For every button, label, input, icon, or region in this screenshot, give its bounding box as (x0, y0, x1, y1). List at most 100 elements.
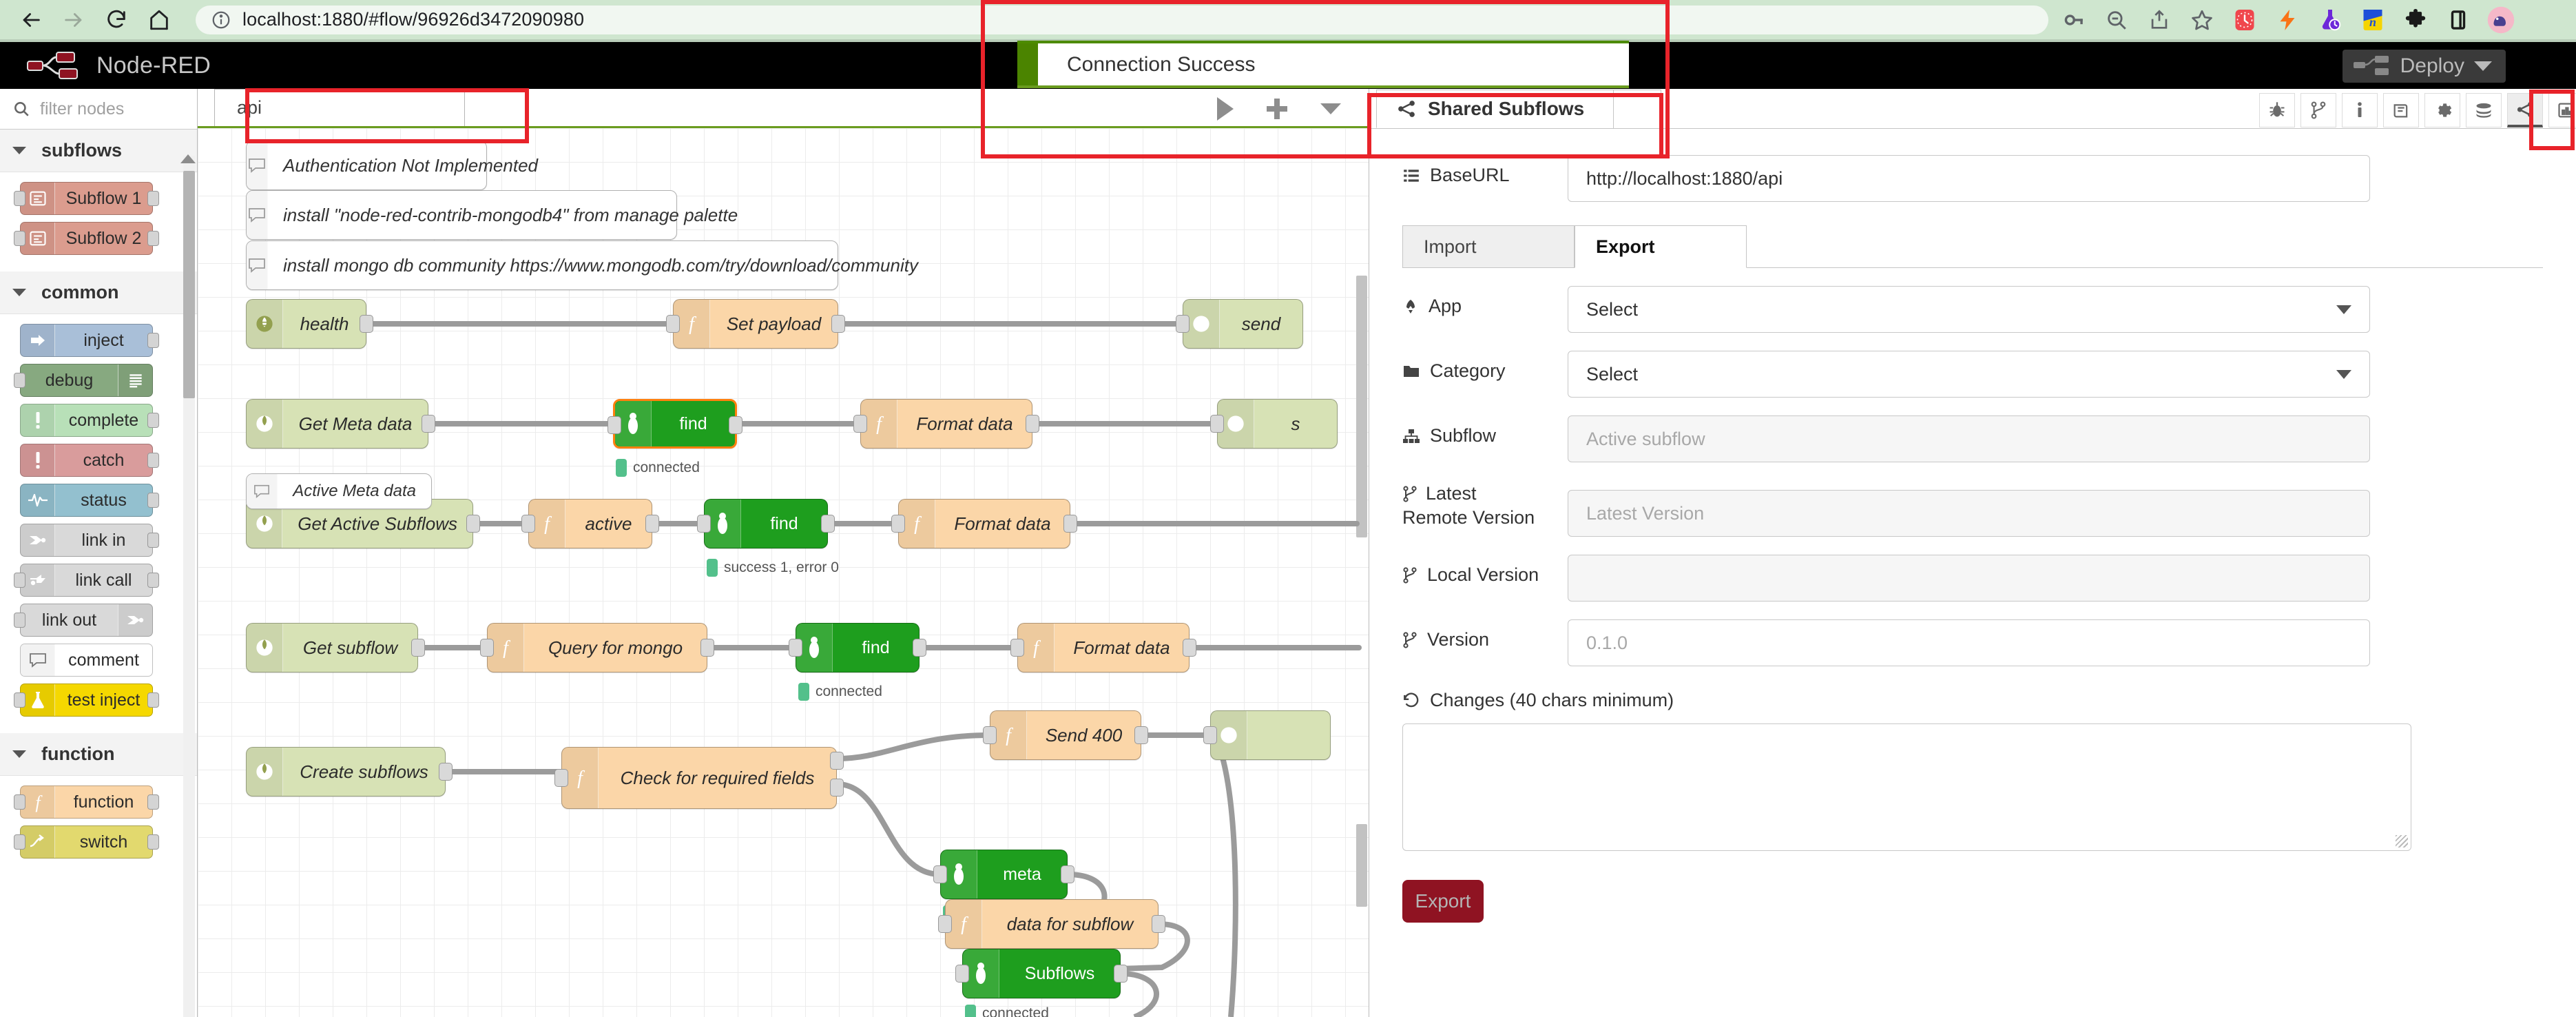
svg-text:f: f (503, 637, 510, 659)
canvas-scrollbar-thumb[interactable] (1356, 276, 1367, 537)
node-create-subflows[interactable]: Create subflows (246, 747, 446, 797)
node-format-data-2[interactable]: f Format data (898, 499, 1070, 548)
palette-node-catch[interactable]: catch (20, 444, 153, 477)
node-format-data[interactable]: f Format data (860, 399, 1032, 449)
palette-search-placeholder: filter nodes (40, 99, 124, 119)
tab-export[interactable]: Export (1575, 225, 1747, 268)
palette-node-switch[interactable]: switch (20, 825, 153, 859)
node-check-required-fields[interactable]: f Check for required fields (561, 747, 837, 809)
palette-node-status[interactable]: status (20, 484, 153, 517)
share-icon[interactable] (2138, 0, 2181, 39)
node-set-payload[interactable]: f Set payload (673, 299, 838, 349)
palette-scroll-up-arrow[interactable] (180, 154, 196, 163)
node-send-400-response[interactable] (1210, 710, 1331, 760)
baseurl-input[interactable]: http://localhost:1880/api (1568, 155, 2370, 202)
profile-avatar[interactable] (2480, 0, 2522, 39)
node-query-for-mongo[interactable]: f Query for mongo (487, 623, 707, 672)
comment-node[interactable]: Authentication Not Implemented (246, 141, 487, 190)
puzzle-extensions-icon[interactable] (2394, 0, 2437, 39)
node-active[interactable]: f active (528, 499, 652, 548)
palette-node-link-call[interactable]: link call (20, 564, 153, 597)
palette-node-test-inject[interactable]: test inject (20, 684, 153, 717)
lightning-extension-icon[interactable] (2266, 0, 2309, 39)
password-key-icon[interactable] (2053, 0, 2095, 39)
node-subflows[interactable]: Subflows (962, 949, 1121, 998)
function-f-icon: f (21, 786, 55, 818)
version-row: Version 0.1.0 (1402, 619, 2543, 666)
node-send-response[interactable]: s (1217, 399, 1338, 449)
zoom-out-icon[interactable] (2095, 0, 2138, 39)
node-find-selected[interactable]: find (613, 399, 737, 449)
flow-canvas[interactable]: Authentication Not Implemented install "… (198, 128, 1369, 1017)
n-extension-icon[interactable]: n (2351, 0, 2394, 39)
node-find[interactable]: find (704, 499, 828, 548)
address-bar[interactable]: localhost:1880/#flow/96926d3472090980 (196, 6, 2048, 34)
comment-node-active-meta[interactable]: Active Meta data (246, 473, 432, 509)
latest-remote-version-input: Latest Version (1568, 490, 2370, 537)
palette-node-debug[interactable]: debug (20, 364, 153, 397)
node-send-400[interactable]: f Send 400 (990, 710, 1141, 760)
context-data-icon[interactable] (2466, 93, 2502, 127)
palette-search[interactable]: filter nodes (0, 89, 197, 130)
palette-node-subflow-1[interactable]: Subflow 1 (20, 182, 153, 215)
add-flow-icon[interactable] (1267, 99, 1287, 119)
palette-scrollbar-thumb[interactable] (183, 171, 195, 398)
chevron-down-icon[interactable] (2474, 61, 2492, 71)
palette-node-comment[interactable]: comment (20, 644, 153, 677)
node-data-for-subflow[interactable]: f data for subflow (945, 899, 1159, 949)
resize-grip-icon[interactable] (2396, 835, 2408, 847)
forward-icon[interactable] (52, 0, 95, 39)
site-info-icon[interactable] (211, 10, 231, 30)
export-button[interactable]: Export (1402, 880, 1484, 923)
node-send[interactable]: send (1183, 299, 1303, 349)
sidepanel-icon[interactable] (2437, 0, 2480, 39)
tab-import[interactable]: Import (1402, 225, 1575, 268)
http-in-globe-icon (247, 400, 283, 448)
category-select[interactable]: Select (1568, 351, 2370, 398)
changes-textarea[interactable] (1402, 723, 2411, 851)
palette-category-subflows[interactable]: subflows (0, 130, 197, 172)
info-icon[interactable] (2342, 93, 2378, 127)
flow-tab-api[interactable]: api (214, 89, 465, 126)
palette-node-function[interactable]: f function (20, 785, 153, 819)
node-get-meta-data[interactable]: Get Meta data (246, 399, 428, 449)
output-port (831, 315, 845, 333)
comment-node[interactable]: install "node-red-contrib-mongodb4" from… (246, 190, 677, 240)
palette-node-link-in[interactable]: link in (20, 524, 153, 557)
output-port (147, 493, 159, 508)
node-find-3[interactable]: find (796, 623, 920, 672)
bookmark-star-icon[interactable] (2181, 0, 2223, 39)
palette-node-subflow-2[interactable]: Subflow 2 (20, 222, 153, 255)
node-get-subflow[interactable]: Get subflow (246, 623, 418, 672)
palette-category-common[interactable]: common (0, 271, 197, 314)
canvas-scrollbar-thumb-lower[interactable] (1356, 824, 1367, 907)
category-label-text: Category (1430, 360, 1506, 382)
sidebar-tab-shared-subflows[interactable]: Shared Subflows (1376, 90, 1614, 128)
home-icon[interactable] (138, 0, 180, 39)
palette-category-function[interactable]: function (0, 733, 197, 776)
clock-extension-icon[interactable] (2223, 0, 2266, 39)
run-flow-icon[interactable] (1217, 97, 1234, 121)
app-select[interactable]: Select (1568, 286, 2370, 333)
dashboard-chart-icon[interactable] (2548, 93, 2576, 127)
git-branch-icon[interactable] (2300, 93, 2336, 127)
comment-node[interactable]: install mongo db community https://www.m… (246, 240, 838, 290)
flow-menu-chevron-down-icon[interactable] (1320, 103, 1341, 114)
config-gear-icon[interactable] (2424, 93, 2460, 127)
back-icon[interactable] (10, 0, 52, 39)
palette-node-complete[interactable]: complete (20, 404, 153, 437)
history-icon (1402, 692, 1420, 710)
palette-node-link-out[interactable]: link out (20, 604, 153, 637)
version-input[interactable]: 0.1.0 (1568, 619, 2370, 666)
help-book-icon[interactable] (2383, 93, 2419, 127)
node-health[interactable]: health (246, 299, 366, 349)
reload-icon[interactable] (95, 0, 138, 39)
flask-extension-icon[interactable] (2309, 0, 2351, 39)
debug-bug-icon[interactable] (2259, 93, 2295, 127)
shared-subflows-share-icon[interactable] (2507, 93, 2543, 127)
node-format-data-3[interactable]: f Format data (1017, 623, 1190, 672)
node-meta[interactable]: meta (940, 850, 1068, 899)
deploy-button[interactable]: Deploy (2343, 50, 2506, 83)
palette-node-inject[interactable]: inject (20, 324, 153, 357)
sidebar-tab-stub[interactable] (1613, 90, 1661, 128)
